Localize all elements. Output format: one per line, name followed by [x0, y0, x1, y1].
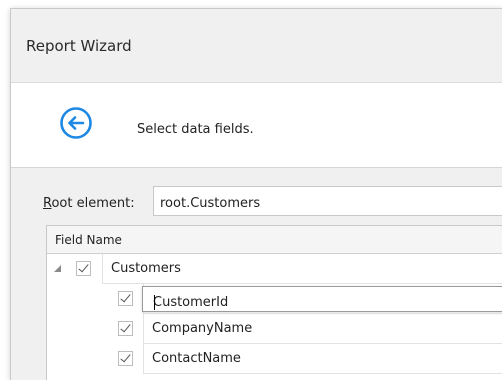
customers-checkbox[interactable]: [76, 261, 91, 276]
back-button[interactable]: [59, 106, 93, 140]
grid-column-header[interactable]: Field Name: [47, 226, 502, 254]
root-element-value: root.Customers: [160, 196, 261, 211]
field-name-column-label: Field Name: [55, 233, 122, 247]
cell-separator: [143, 344, 144, 374]
wizard-step-description: Select data fields.: [137, 122, 254, 137]
root-element-label: Root element:: [43, 196, 135, 211]
tree-node-label: ContactName: [152, 351, 241, 366]
tree-row-companyname[interactable]: CompanyName: [47, 314, 502, 344]
window-title: Report Wizard: [26, 37, 132, 55]
report-wizard-window: Report Wizard Select data fields. Root e…: [10, 8, 502, 380]
wizard-body: Root element: root.Customers Field Name …: [11, 168, 502, 380]
cell-separator: [143, 314, 144, 344]
text-caret: [154, 295, 155, 310]
tree-node-label: CompanyName: [152, 321, 253, 336]
back-arrow-circle-icon: [60, 107, 92, 139]
companyname-checkbox[interactable]: [118, 321, 133, 336]
wizard-header: Select data fields.: [11, 83, 502, 168]
contactname-checkbox[interactable]: [118, 351, 133, 366]
customerid-checkbox[interactable]: [118, 291, 133, 306]
tree-row-customerid[interactable]: CustomerId: [47, 284, 502, 314]
collapse-triangle-icon[interactable]: [54, 265, 61, 272]
tree-row-contactname[interactable]: ContactName: [47, 344, 502, 374]
cell-separator: [102, 254, 103, 284]
tree-node-label: Customers: [111, 261, 181, 276]
row-divider: [143, 373, 502, 374]
tree-row-customers[interactable]: Customers: [47, 254, 502, 284]
fields-tree-grid: Field Name Customers CustomerId CompanyN…: [46, 225, 502, 380]
title-bar: Report Wizard: [11, 9, 502, 83]
field-name-editor[interactable]: CustomerId: [142, 286, 502, 312]
root-element-field[interactable]: root.Customers: [153, 186, 502, 216]
